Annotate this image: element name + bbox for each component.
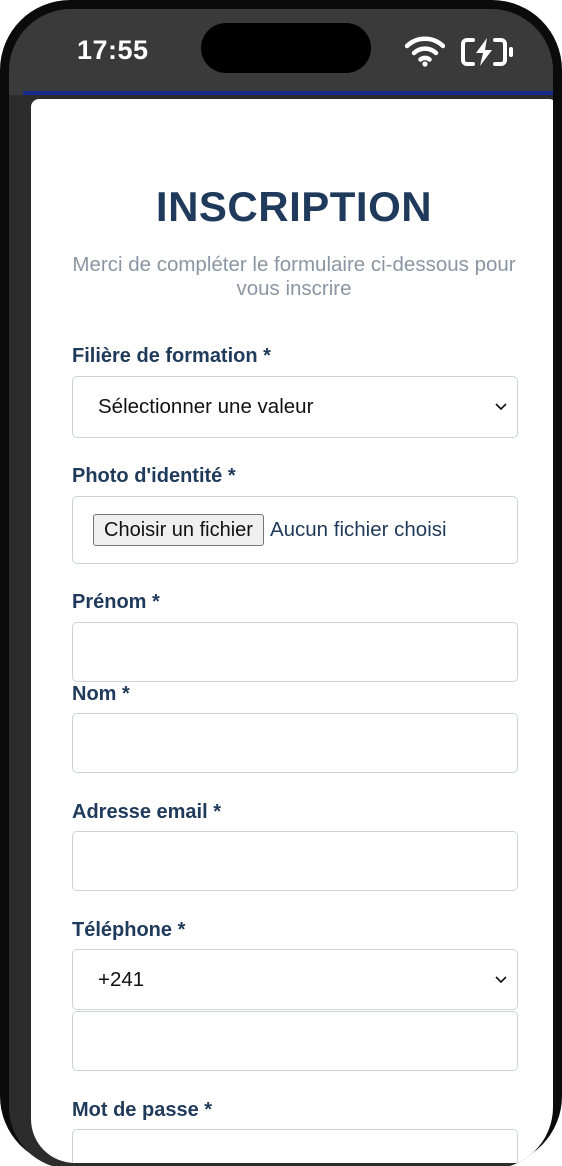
photo-file-input: Choisir un fichier Aucun fichier choisi: [72, 496, 518, 564]
country-code-select[interactable]: +241: [72, 949, 518, 1010]
battery-charging-icon: [461, 38, 513, 66]
phone-screen-area: 17:55 INSCRIPTION Merci de compléter le …: [9, 9, 553, 1166]
email-label: Adresse email *: [72, 801, 221, 823]
page-subtitle: Merci de compléter le formulaire ci-dess…: [72, 253, 516, 300]
status-time: 17:55: [77, 35, 149, 65]
nom-label: Nom *: [72, 683, 130, 705]
status-bar-divider: [23, 91, 553, 95]
dynamic-island: [201, 23, 371, 73]
prenom-label: Prénom *: [72, 591, 160, 613]
nom-input[interactable]: [72, 713, 518, 773]
filiere-label: Filière de formation *: [72, 345, 271, 367]
email-input[interactable]: [72, 831, 518, 891]
filiere-select[interactable]: Sélectionner une valeur: [72, 376, 518, 438]
filiere-selected-value: Sélectionner une valeur: [98, 395, 314, 418]
phone-frame: 17:55 INSCRIPTION Merci de compléter le …: [0, 0, 562, 1166]
file-status-text: Aucun fichier choisi: [269, 518, 447, 541]
wifi-icon: [405, 36, 445, 67]
registration-page: INSCRIPTION Merci de compléter le formul…: [31, 99, 553, 1163]
password-label: Mot de passe *: [72, 1099, 213, 1121]
country-code-value: +241: [98, 967, 145, 991]
prenom-input[interactable]: [72, 622, 518, 682]
chevron-down-icon: [495, 403, 507, 411]
choose-file-button[interactable]: Choisir un fichier: [93, 514, 264, 546]
chevron-down-icon: [495, 975, 507, 983]
telephone-input[interactable]: [72, 1011, 518, 1071]
password-input[interactable]: [72, 1129, 518, 1163]
page-title: INSCRIPTION: [155, 183, 433, 230]
telephone-label: Téléphone *: [72, 919, 186, 941]
photo-label: Photo d'identité *: [72, 465, 236, 487]
status-bar: 17:55: [9, 9, 553, 95]
